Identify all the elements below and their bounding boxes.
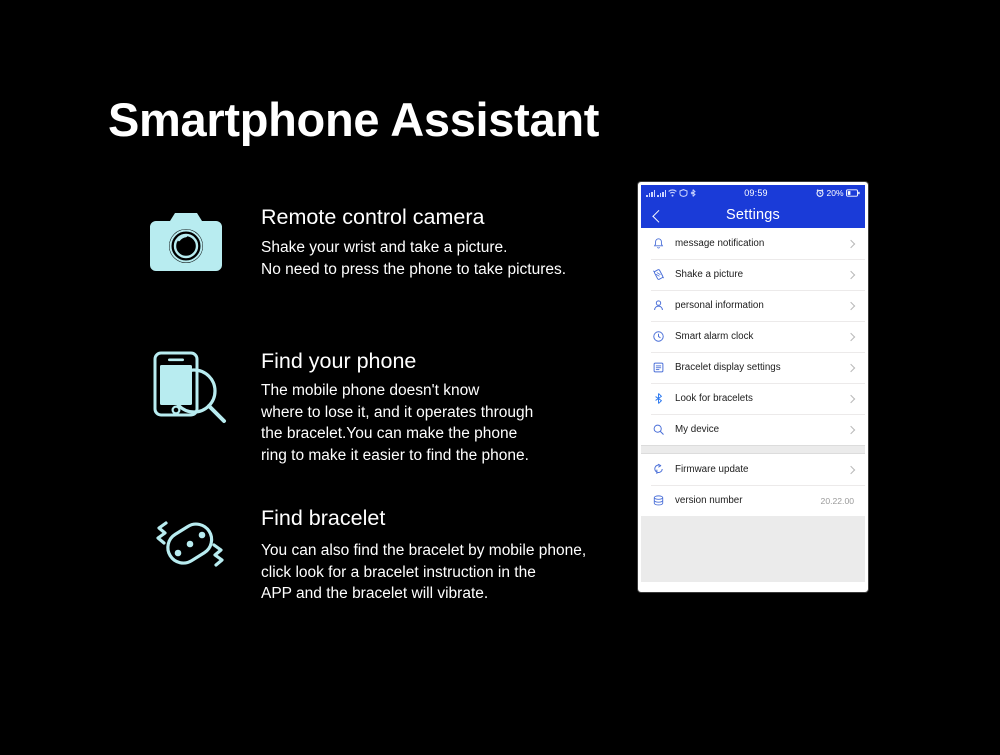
bluetooth-icon [651,391,666,406]
feature-title: Remote control camera [261,205,485,229]
chevron-right-icon [846,239,856,248]
settings-row[interactable]: message notification [641,228,865,259]
clock-icon [651,329,666,344]
status-bar: 09:59 20% [641,185,865,201]
signal-bars-icon-2 [657,189,666,197]
display-list-icon [651,360,666,375]
feature-text-camera: Remote control camera Shake your wrist a… [261,204,566,280]
bell-icon [651,236,666,251]
settings-row-label: Firmware update [675,464,749,475]
feature-title: Find your phone [261,349,417,373]
settings-row[interactable]: Shake a picture [641,259,865,290]
settings-row[interactable]: Firmware update [641,454,865,485]
settings-row[interactable]: Look for bracelets [641,383,865,414]
alarm-clock-icon [816,189,824,197]
settings-row-label: personal information [675,300,764,311]
feature-title: Find bracelet [261,506,386,530]
signal-bars-icon [646,189,655,197]
nav-bar: Settings [641,201,865,228]
feature-text-find-phone: Find your phone The mobile phone doesn't… [261,348,533,466]
feature-description: Shake your wrist and take a picture. No … [261,239,567,278]
list-empty-area [641,516,865,582]
firmware-update-icon [651,462,666,477]
chevron-right-icon [846,363,856,372]
settings-list: message notification Shake a picture perso… [641,228,865,516]
chevron-right-icon [846,425,856,434]
feature-description: You can also find the bracelet by mobile… [261,542,587,602]
wifi-icon [668,189,677,197]
settings-row-label: version number [675,495,743,506]
settings-row-label: Bracelet display settings [675,362,781,373]
camera-icon [148,209,224,273]
page-title: Smartphone Assistant [108,93,600,146]
settings-row[interactable]: version number 20.22.00 [641,485,865,516]
settings-row-value: 20.22.00 [820,495,854,506]
find-bracelet-icon [150,511,230,577]
battery-percent-label: 20% [826,188,844,198]
home-indicator-strip [641,582,865,589]
chevron-right-icon [846,270,856,279]
settings-row[interactable]: My device [641,414,865,445]
status-bar-time: 09:59 [744,188,768,198]
chevron-right-icon [846,394,856,403]
settings-row-label: My device [675,424,720,435]
phone-screen: 09:59 20% Settings message notification … [641,185,865,589]
settings-row[interactable]: personal information [641,290,865,321]
settings-row-label: Look for bracelets [675,393,753,404]
list-group-separator [641,445,865,454]
find-phone-icon [150,349,232,429]
shield-icon [679,189,688,197]
database-icon [651,493,666,508]
battery-icon [846,189,860,197]
chevron-right-icon [846,465,856,474]
settings-row[interactable]: Bracelet display settings [641,352,865,383]
settings-row-label: message notification [675,238,765,249]
slide-root: Smartphone Assistant Remote control came… [0,0,1000,755]
search-icon [651,422,666,437]
settings-group: message notification Shake a picture perso… [641,228,865,445]
shake-icon [651,267,666,282]
nav-title: Settings [726,206,780,223]
chevron-right-icon [846,301,856,310]
phone-mockup: 09:59 20% Settings message notification … [638,182,868,592]
status-bar-left [646,189,696,197]
person-icon [651,298,666,313]
settings-row-label: Shake a picture [675,269,744,280]
feature-description: The mobile phone doesn't know where to l… [261,382,534,464]
chevron-right-icon [846,332,856,341]
settings-row-label: Smart alarm clock [675,331,754,342]
status-bar-right: 20% [816,188,860,198]
feature-text-find-bracelet: Find bracelet You can also find the brac… [261,505,586,605]
settings-row[interactable]: Smart alarm clock [641,321,865,352]
settings-group: Firmware update version number 20.22.00 [641,454,865,516]
